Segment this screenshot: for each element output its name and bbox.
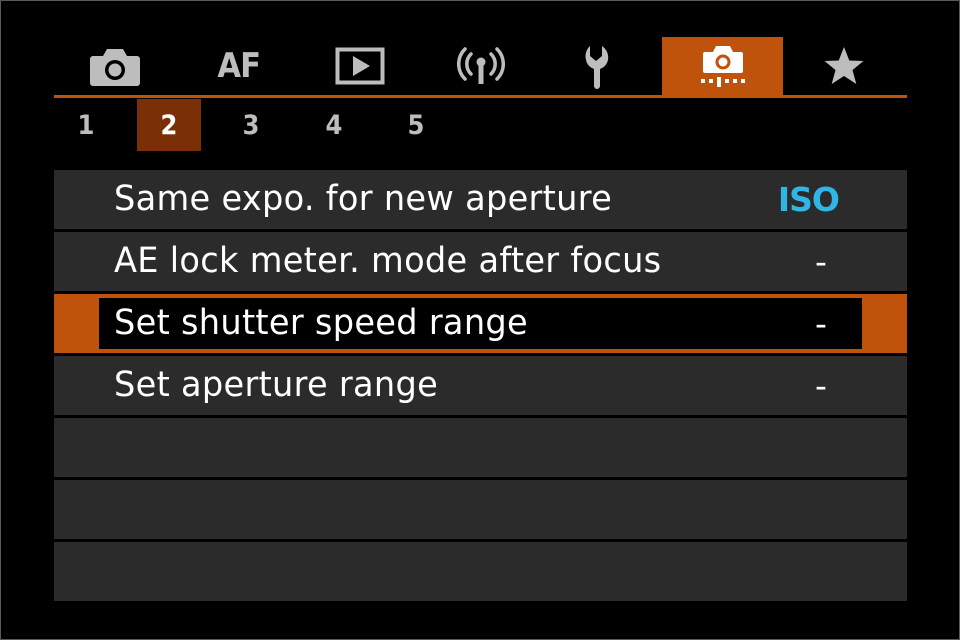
menu-item-value: - — [815, 304, 827, 343]
menu-item-label: Same expo. for new aperture — [114, 179, 613, 219]
camera-icon — [89, 49, 140, 86]
tab-my-menu[interactable] — [783, 37, 904, 95]
tab-playback[interactable] — [299, 37, 420, 95]
menu-item-label: Set aperture range — [114, 365, 439, 405]
menu-item-aperture-range[interactable]: Set aperture range - — [54, 356, 907, 415]
tab-underline — [54, 95, 907, 98]
tab-af[interactable]: AF — [178, 37, 299, 95]
empty-row — [54, 542, 907, 601]
page-3[interactable]: 3 — [219, 99, 283, 151]
tab-setup[interactable] — [541, 37, 662, 95]
tab-custom-functions[interactable] — [662, 37, 783, 95]
camera-menu-screen: AF 1 2 3 4 5 Same expo. for new aperture… — [0, 0, 960, 640]
af-tab-label: AF — [217, 46, 261, 86]
menu-list: Same expo. for new aperture ISO AE lock … — [54, 170, 907, 604]
empty-row — [54, 418, 907, 477]
tab-wireless[interactable] — [420, 37, 541, 95]
menu-item-value: - — [815, 242, 827, 281]
menu-item-label: Set shutter speed range — [114, 303, 528, 343]
page-selector: 1 2 3 4 5 — [54, 99, 907, 151]
page-4[interactable]: 4 — [302, 99, 366, 151]
menu-item-value: ISO — [777, 180, 840, 219]
wrench-icon — [584, 46, 608, 89]
page-2[interactable]: 2 — [137, 99, 201, 151]
menu-item-label: AE lock meter. mode after focus — [114, 241, 662, 281]
custom-camera-icon — [700, 46, 745, 87]
play-icon — [335, 47, 384, 85]
menu-item-value: - — [815, 366, 827, 405]
wireless-icon — [456, 47, 505, 84]
menu-item-shutter-speed-range[interactable]: Set shutter speed range - — [54, 294, 907, 353]
menu-tab-bar: AF — [54, 37, 907, 98]
tab-shooting[interactable] — [54, 37, 175, 95]
menu-item-same-expo[interactable]: Same expo. for new aperture ISO — [54, 170, 907, 229]
page-5[interactable]: 5 — [384, 99, 448, 151]
menu-item-ae-lock-meter-mode[interactable]: AE lock meter. mode after focus - — [54, 232, 907, 291]
empty-row — [54, 480, 907, 539]
page-1[interactable]: 1 — [54, 99, 118, 151]
star-icon — [824, 47, 863, 84]
